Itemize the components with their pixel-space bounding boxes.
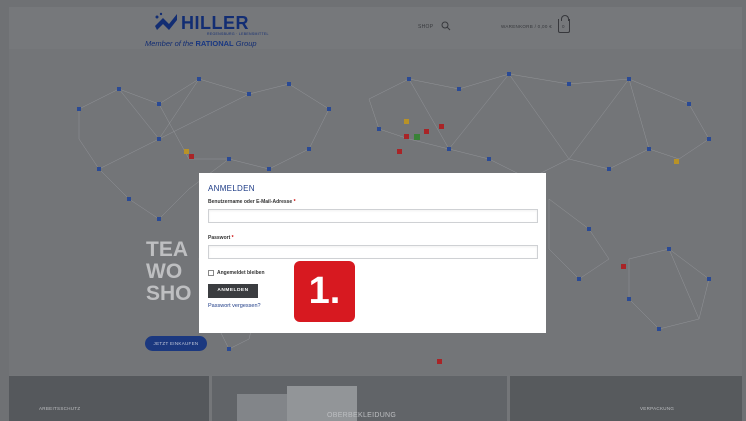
page-frame: HILLER REGENSBURG · LEBENSMITTEL Member … xyxy=(9,7,742,421)
step-badge: 1. xyxy=(294,261,355,322)
username-label-text: Benutzername oder E-Mail-Adresse xyxy=(208,199,293,205)
required-mark: * xyxy=(293,199,296,205)
remember-me-label[interactable]: Angemeldet bleiben xyxy=(217,270,265,276)
password-label-text: Passwort xyxy=(208,235,231,241)
username-input[interactable] xyxy=(208,209,538,223)
forgot-password-link[interactable]: Passwort vergessen? xyxy=(208,303,261,309)
remember-me-checkbox[interactable] xyxy=(208,270,214,276)
login-button[interactable]: ANMELDEN xyxy=(208,284,258,298)
remember-me-row[interactable]: Angemeldet bleiben xyxy=(208,270,265,276)
password-label: Passwort * xyxy=(208,235,234,241)
login-modal: ANMELDEN Benutzername oder E-Mail-Adress… xyxy=(199,173,546,333)
username-label: Benutzername oder E-Mail-Adresse * xyxy=(208,199,296,205)
password-input[interactable] xyxy=(208,245,538,259)
login-title: ANMELDEN xyxy=(208,184,255,193)
required-mark: * xyxy=(231,235,234,241)
